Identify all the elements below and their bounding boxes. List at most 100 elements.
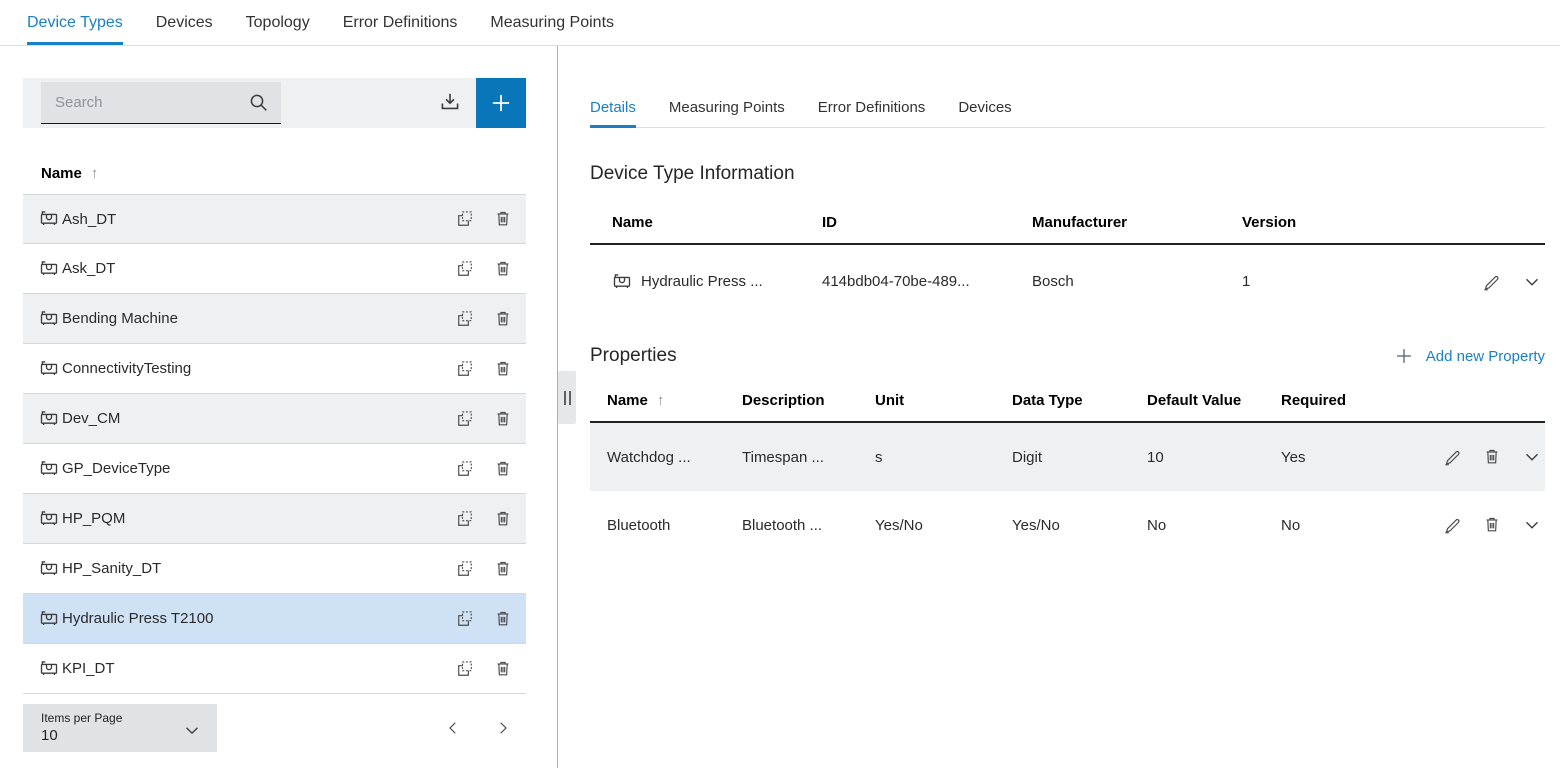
tab-measuring-points[interactable]: Measuring Points	[669, 87, 785, 127]
device-type-icon	[39, 559, 59, 579]
property-required: Yes	[1264, 449, 1423, 466]
delete-icon[interactable]	[493, 409, 513, 429]
list-item-selected[interactable]: Hydraulic Press T2100	[23, 594, 526, 644]
property-unit: Yes/No	[858, 517, 995, 534]
delete-icon[interactable]	[493, 209, 513, 229]
list-column-header[interactable]: Name ↑	[23, 165, 526, 182]
column-header-actions	[1423, 392, 1545, 409]
tab-details[interactable]: Details	[590, 87, 636, 127]
duplicate-icon[interactable]	[455, 409, 475, 429]
duplicate-icon[interactable]	[455, 259, 475, 279]
chevron-down-icon[interactable]	[1521, 514, 1543, 536]
delete-icon[interactable]	[493, 259, 513, 279]
list-item[interactable]: HP_PQM	[23, 494, 526, 544]
list-item[interactable]: ConnectivityTesting	[23, 344, 526, 394]
delete-icon[interactable]	[493, 459, 513, 479]
column-header-data-type: Data Type	[995, 392, 1130, 409]
delete-icon[interactable]	[493, 559, 513, 579]
delete-icon[interactable]	[493, 509, 513, 529]
chevron-down-icon[interactable]	[1521, 446, 1543, 468]
property-unit: s	[858, 449, 995, 466]
duplicate-icon[interactable]	[455, 659, 475, 679]
duplicate-icon[interactable]	[455, 309, 475, 329]
list-item[interactable]: Ash_DT	[23, 194, 526, 244]
property-row: Watchdog ... Timespan ... s Digit 10 Yes	[590, 423, 1545, 491]
device-type-information-title: Device Type Information	[590, 163, 1545, 185]
plus-icon	[1393, 345, 1415, 367]
device-version-value: 1	[1220, 273, 1453, 290]
duplicate-icon[interactable]	[455, 509, 475, 529]
duplicate-icon[interactable]	[455, 459, 475, 479]
device-type-icon	[39, 359, 59, 379]
list-item-label: Ask_DT	[62, 260, 437, 277]
download-button[interactable]	[435, 88, 465, 118]
list-item-label: Bending Machine	[62, 310, 437, 327]
device-type-list-panel: Name ↑ Ash_DT Ask_DT Bending Machine	[0, 46, 557, 768]
device-type-icon	[39, 459, 59, 479]
list-item-label: KPI_DT	[62, 660, 437, 677]
splitter-handle[interactable]	[558, 371, 576, 424]
device-type-icon	[39, 509, 59, 529]
add-device-type-button[interactable]	[476, 78, 526, 128]
nav-item-device-types[interactable]: Device Types	[27, 0, 123, 45]
property-data-type: Digit	[995, 449, 1130, 466]
edit-icon[interactable]	[1482, 272, 1502, 292]
duplicate-icon[interactable]	[455, 609, 475, 629]
add-new-property-button[interactable]: Add new Property	[1393, 345, 1545, 367]
column-header-version: Version	[1220, 214, 1453, 231]
delete-icon[interactable]	[493, 609, 513, 629]
list-item[interactable]: HP_Sanity_DT	[23, 544, 526, 594]
column-header-name-label: Name	[607, 392, 648, 409]
column-header-default-value: Default Value	[1130, 392, 1264, 409]
delete-icon[interactable]	[493, 359, 513, 379]
property-actions	[1423, 514, 1545, 536]
column-header-id: ID	[800, 214, 1010, 231]
property-default-value: 10	[1130, 449, 1264, 466]
duplicate-icon[interactable]	[455, 359, 475, 379]
property-name: Bluetooth	[590, 517, 725, 534]
delete-icon[interactable]	[1482, 447, 1502, 467]
device-type-icon	[612, 272, 632, 292]
list-item[interactable]: Ask_DT	[23, 244, 526, 294]
nav-item-measuring-points[interactable]: Measuring Points	[490, 0, 614, 45]
nav-item-topology[interactable]: Topology	[246, 0, 310, 45]
device-type-icon	[39, 209, 59, 229]
chevron-down-icon[interactable]	[1521, 271, 1543, 293]
items-per-page-select[interactable]: Items per Page 10	[23, 704, 217, 752]
list-item[interactable]: Dev_CM	[23, 394, 526, 444]
detail-tabs: Details Measuring Points Error Definitio…	[590, 87, 1545, 128]
search-input[interactable]	[53, 93, 247, 112]
top-navigation: Device Types Devices Topology Error Defi…	[0, 0, 1560, 46]
nav-item-devices[interactable]: Devices	[156, 0, 213, 45]
edit-icon[interactable]	[1443, 515, 1463, 535]
main-area: Name ↑ Ash_DT Ask_DT Bending Machine	[0, 46, 1560, 768]
delete-icon[interactable]	[493, 659, 513, 679]
device-manufacturer-value: Bosch	[1010, 273, 1220, 290]
duplicate-icon[interactable]	[455, 559, 475, 579]
column-header-name[interactable]: Name ↑	[590, 392, 725, 409]
list-item[interactable]: GP_DeviceType	[23, 444, 526, 494]
next-page-icon[interactable]	[494, 719, 512, 737]
list-footer: Items per Page 10	[23, 704, 526, 752]
edit-icon[interactable]	[1443, 447, 1463, 467]
device-type-detail-panel: Details Measuring Points Error Definitio…	[558, 46, 1560, 768]
list-item-label: HP_PQM	[62, 510, 437, 527]
list-item[interactable]: KPI_DT	[23, 644, 526, 694]
tab-devices[interactable]: Devices	[958, 87, 1011, 127]
delete-icon[interactable]	[1482, 515, 1502, 535]
list-column-header-label: Name	[41, 165, 82, 182]
device-type-icon	[39, 609, 59, 629]
column-header-manufacturer: Manufacturer	[1010, 214, 1220, 231]
device-type-icon	[39, 409, 59, 429]
duplicate-icon[interactable]	[455, 209, 475, 229]
delete-icon[interactable]	[493, 309, 513, 329]
device-type-icon	[39, 309, 59, 329]
previous-page-icon[interactable]	[444, 719, 462, 737]
tab-error-definitions[interactable]: Error Definitions	[818, 87, 926, 127]
sort-ascending-icon: ↑	[91, 165, 99, 182]
chevron-down-icon	[181, 719, 203, 741]
nav-item-error-definitions[interactable]: Error Definitions	[343, 0, 458, 45]
search-field[interactable]	[41, 82, 281, 124]
column-header-unit: Unit	[858, 392, 995, 409]
list-item[interactable]: Bending Machine	[23, 294, 526, 344]
